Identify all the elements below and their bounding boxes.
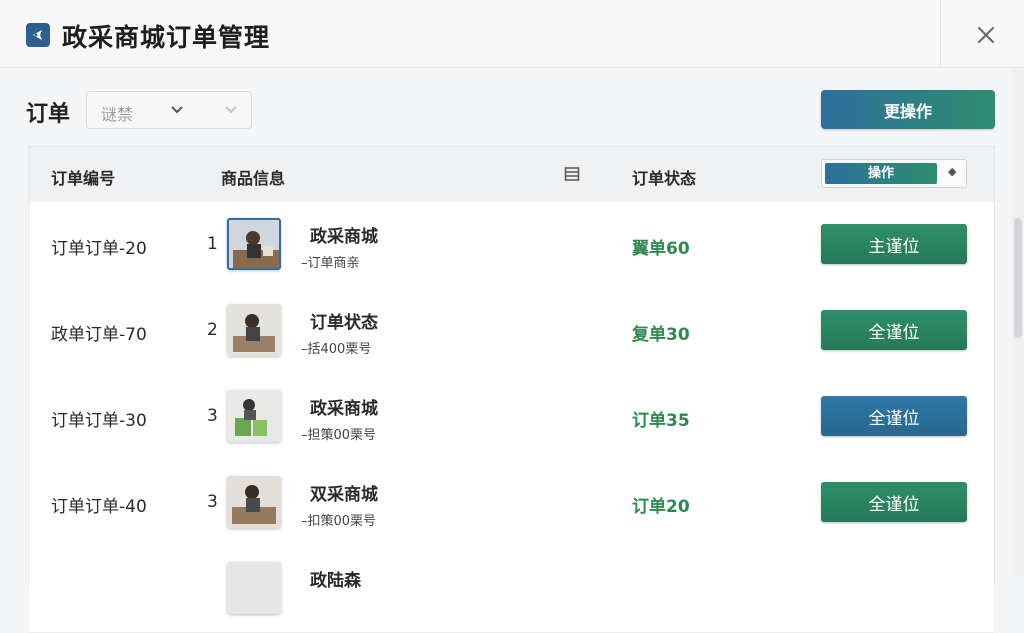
row-action-button[interactable]: 主谨位 [821, 224, 967, 264]
product-name: 双采商城 [310, 485, 378, 505]
close-icon [978, 27, 994, 43]
header-status: 订单状态 [632, 169, 697, 188]
table-row[interactable]: 政陆森 [29, 546, 994, 633]
table-row[interactable]: 订单订单-30 3 政采商城 –担策00栗号 订单35 全谨位 [29, 374, 994, 461]
product-name: 政陆森 [310, 571, 361, 591]
order-quantity: 2 [207, 320, 218, 340]
orders-table: 订单编号 商品信息 订单状态 操作 ◆ 订单订单-20 1 政采商城 –订单商亲… [28, 146, 995, 633]
order-number: 政单订单-70 [51, 325, 147, 345]
order-number: 订单订单-20 [51, 239, 147, 259]
product-thumbnail[interactable] [227, 476, 281, 528]
product-thumbnail[interactable] [227, 218, 281, 270]
product-subtitle: –括400栗号 [301, 342, 372, 357]
scrollbar[interactable] [1012, 68, 1024, 576]
order-number: 订单订单-40 [51, 497, 147, 517]
product-name: 政采商城 [310, 227, 378, 247]
product-subtitle: –订单商亲 [301, 256, 360, 271]
window-title: 政采商城订单管理 [62, 23, 271, 52]
order-status: 翼单60 [632, 239, 690, 259]
chevron-down-icon [225, 106, 237, 114]
header-order-no: 订单编号 [51, 169, 116, 188]
filter-select-value: 谜禁 [101, 105, 134, 124]
product-thumbnail[interactable] [227, 562, 281, 614]
product-thumbnail[interactable] [227, 390, 281, 442]
table-row[interactable]: 政单订单-70 2 订单状态 –括400栗号 复单30 全谨位 [29, 288, 994, 375]
table-header: 订单编号 商品信息 订单状态 操作 ◆ [29, 147, 994, 203]
more-actions-button[interactable]: 更操作 [821, 90, 995, 129]
order-status: 订单35 [632, 411, 690, 431]
order-quantity: 3 [207, 406, 218, 426]
order-status: 订单20 [632, 497, 690, 517]
filter-select[interactable]: 谜禁 [86, 91, 252, 129]
close-button[interactable] [968, 18, 1004, 52]
product-thumbnail[interactable] [227, 304, 281, 356]
table-row[interactable]: 订单订单-40 3 双采商城 –扣策00栗号 订单20 全谨位 [29, 460, 994, 547]
title-divider [940, 0, 941, 68]
order-status: 复单30 [632, 325, 690, 345]
product-name: 订单状态 [310, 313, 378, 333]
table-row[interactable]: 订单订单-20 1 政采商城 –订单商亲 翼单60 主谨位 [29, 202, 994, 289]
header-product-info: 商品信息 [221, 169, 286, 188]
header-action-dropdown[interactable]: 操作 ◆ [821, 159, 967, 188]
product-name: 政采商城 [310, 399, 378, 419]
row-action-button[interactable]: 全谨位 [821, 310, 967, 350]
title-bar: 政采商城订单管理 [0, 0, 1024, 68]
scrollbar-thumb[interactable] [1014, 218, 1022, 338]
row-action-button[interactable]: 全谨位 [821, 482, 967, 522]
order-quantity: 1 [207, 234, 218, 254]
header-action-label: 操作 [825, 163, 937, 184]
app-logo-icon [26, 23, 50, 47]
product-subtitle: –扣策00栗号 [301, 514, 377, 529]
row-action-button[interactable]: 全谨位 [821, 396, 967, 436]
column-settings-icon[interactable] [564, 166, 580, 182]
product-subtitle: –担策00栗号 [301, 428, 377, 443]
order-quantity: 3 [207, 492, 218, 512]
chevron-down-icon [171, 106, 183, 114]
caret-icon: ◆ [948, 165, 957, 178]
order-number: 订单订单-30 [51, 411, 147, 431]
toolbar-label: 订单 [26, 102, 71, 127]
